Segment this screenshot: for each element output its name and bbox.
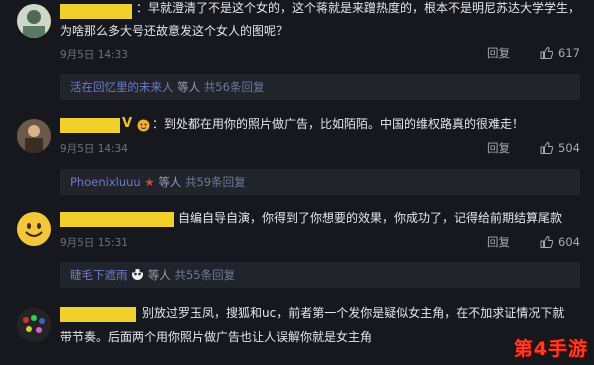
avatar-image-icon bbox=[17, 4, 51, 38]
reply-tail: 等人 bbox=[147, 268, 171, 282]
thumbs-up-icon bbox=[540, 142, 554, 154]
avatar[interactable] bbox=[17, 4, 51, 38]
comment-time: 9月5日 14:33 bbox=[60, 49, 128, 61]
reply-button[interactable]: 回复 bbox=[487, 45, 510, 61]
comment-actions: 回复 617 bbox=[487, 45, 580, 61]
avatar-image-icon bbox=[17, 308, 51, 342]
reply-user[interactable]: 活在回忆里的未来人 bbox=[70, 80, 174, 94]
vip-badge-icon: V bbox=[122, 116, 133, 131]
username-redacted[interactable] bbox=[60, 118, 120, 133]
reply-summary[interactable]: 活在回忆里的未来人 等人 共56条回复 bbox=[60, 74, 580, 100]
panda-icon bbox=[131, 268, 148, 282]
comment-text: ：早就澄清了不是这个女的，这个蒋就是来蹭热度的，根本不是明尼苏达大学学生， bbox=[136, 1, 581, 15]
username-redacted[interactable] bbox=[60, 307, 136, 322]
comment-time: 9月5日 15:31 bbox=[60, 237, 128, 249]
like-button[interactable]: 617 bbox=[540, 46, 580, 60]
like-count: 504 bbox=[558, 141, 580, 155]
reply-user[interactable]: Phoenixluuu bbox=[70, 175, 141, 189]
thumbs-up-icon bbox=[540, 47, 554, 59]
star-icon: ★ bbox=[144, 175, 155, 189]
reply-summary[interactable]: Phoenixluuu ★ 等人 共59条回复 bbox=[60, 169, 580, 195]
comment-text: ：到处都在用你的照片做广告，比如陌陌。中国的维权路真的很难走！ bbox=[152, 117, 525, 131]
comment-text: 别放过罗玉凤，搜狐和uc，前者第一个发你是疑似女主角，在不加求证情况下就 bbox=[142, 306, 565, 320]
reply-tail: 等人 bbox=[177, 80, 201, 94]
comment-text: 自编自导自演，你得到了你想要的效果，你成功了，记得给前期结算尾款 bbox=[178, 211, 563, 225]
username-redacted[interactable] bbox=[60, 4, 132, 19]
emoji-icon bbox=[137, 117, 150, 136]
comment-text-continued: 为啥那么多大号还故意发这个女人的图呢？ bbox=[60, 24, 289, 38]
avatar-image-icon bbox=[17, 119, 51, 153]
comment-time: 9月5日 14:34 bbox=[60, 143, 128, 155]
avatar[interactable] bbox=[17, 212, 51, 246]
comment-actions: 回复 604 bbox=[487, 234, 580, 250]
comment-actions: 回复 504 bbox=[487, 140, 580, 156]
reply-count-link[interactable]: 共56条回复 bbox=[204, 80, 265, 94]
reply-count-link[interactable]: 共55条回复 bbox=[174, 268, 235, 282]
username-redacted[interactable] bbox=[60, 212, 174, 227]
avatar[interactable] bbox=[17, 119, 51, 153]
like-count: 604 bbox=[558, 235, 580, 249]
reply-button[interactable]: 回复 bbox=[487, 140, 510, 156]
avatar[interactable] bbox=[17, 308, 51, 342]
reply-user[interactable]: 睫毛下遮雨 bbox=[70, 268, 128, 282]
smiley-avatar-icon bbox=[18, 213, 50, 245]
reply-tail: 等人 bbox=[158, 175, 182, 189]
thumbs-up-icon bbox=[540, 236, 554, 248]
like-button[interactable]: 604 bbox=[540, 235, 580, 249]
like-count: 617 bbox=[558, 46, 580, 60]
reply-summary[interactable]: 睫毛下遮雨 等人 共55条回复 bbox=[60, 262, 580, 288]
comment-text-continued: 带节奏。后面两个用你照片做广告也让人误解你就是女主角 bbox=[60, 330, 373, 344]
reply-count-link[interactable]: 共59条回复 bbox=[185, 175, 246, 189]
site-watermark: 第4手游 bbox=[513, 338, 588, 360]
reply-button[interactable]: 回复 bbox=[487, 234, 510, 250]
like-button[interactable]: 504 bbox=[540, 141, 580, 155]
